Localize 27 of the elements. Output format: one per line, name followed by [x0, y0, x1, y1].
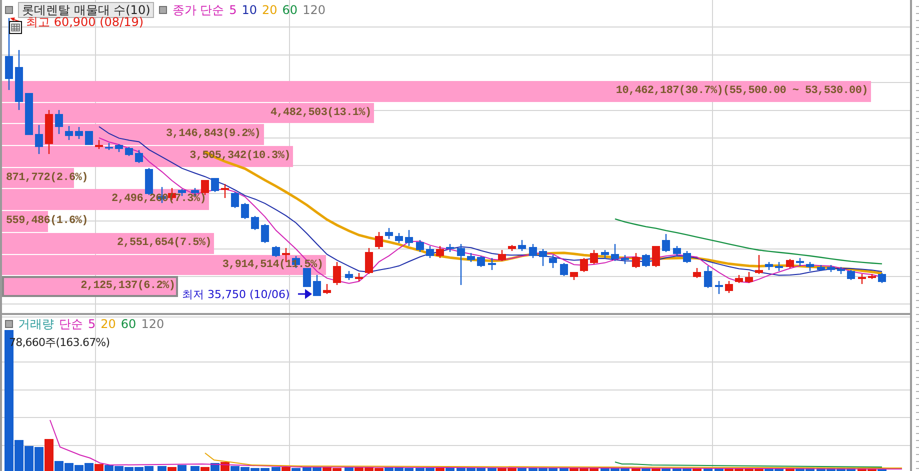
legend-label: 단순 — [59, 317, 83, 331]
legend-label: 거래량 — [18, 317, 54, 331]
legend-label: 120 — [302, 3, 326, 17]
volume-profile-label: 4,482,503(13.1%) — [270, 106, 372, 120]
volume-profile-label: 3,146,843(9.2%) — [166, 127, 261, 142]
legend-marker-icon — [5, 320, 13, 328]
legend-label: 20 — [262, 3, 278, 17]
legend-label: 5 — [229, 3, 237, 17]
legend-marker-icon — [5, 6, 13, 14]
legend-label: 60 — [120, 317, 136, 331]
legend-label: 20 — [100, 317, 116, 331]
legend-marker-icon — [159, 6, 168, 14]
volume-profile-label: 2,551,654(7.5%) — [116, 236, 212, 250]
arrow-icon — [10, 18, 22, 22]
arrow-icon — [298, 289, 312, 299]
high-price-label: 최고 60,900 (08/19) — [26, 16, 144, 29]
volume-profile-label: 10,462,187(30.7%)(55,500.00 ~ 53,530.00) — [616, 84, 868, 98]
indicator-title[interactable]: 롯데렌탈 매물대 수(10) — [18, 2, 154, 18]
legend-label: 종가 단순 — [172, 3, 224, 17]
table-icon[interactable] — [9, 21, 22, 34]
volume-profile-label: 559,486(1.6%) — [6, 214, 88, 228]
low-price-label: 최저 35,750 (10/06) — [182, 288, 290, 301]
volume-profile-label: 2,125,137(6.2%) — [80, 279, 176, 294]
legend-label: 5 — [88, 317, 96, 331]
legend-label: 10 — [242, 3, 258, 17]
legend-label: 60 — [282, 3, 298, 17]
legend-label: 120 — [141, 317, 164, 331]
